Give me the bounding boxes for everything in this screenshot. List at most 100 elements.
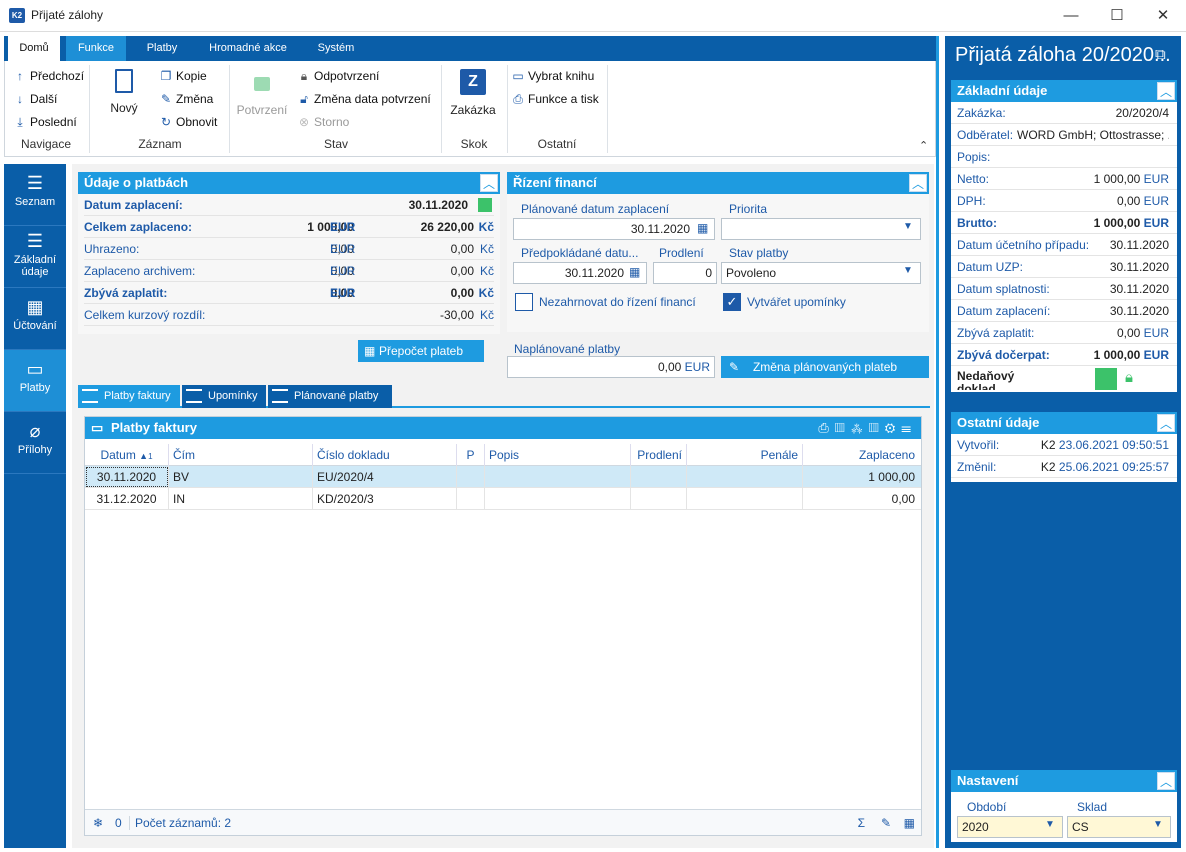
col-cim[interactable]: Čím: [169, 444, 313, 466]
collapse-icon[interactable]: ︿: [1157, 82, 1175, 100]
collapse-icon[interactable]: ︿: [1157, 772, 1175, 790]
payment-row-label: Zbývá zaplatit:: [84, 286, 168, 300]
table-row[interactable]: 31.12.2020 IN KD/2020/3 0,00: [85, 488, 921, 510]
change-button[interactable]: ✎ Změna: [159, 89, 213, 109]
unconfirm-button[interactable]: 🔒︎ Odpotvrzení: [297, 66, 380, 86]
minimize-button[interactable]: —: [1048, 0, 1094, 32]
chart-icon[interactable]: ▥: [835, 420, 851, 435]
nav-seznam[interactable]: ☰ Seznam: [4, 164, 66, 226]
lock-icon: 🔒︎: [1125, 369, 1133, 386]
collapse-icon[interactable]: ︿: [909, 174, 927, 192]
nav-zakladni-udaje[interactable]: ☰ Základní údaje: [4, 226, 66, 288]
copy-icon: ❐: [160, 69, 172, 83]
recalc-payments-button[interactable]: ▦ Přepočet plateb: [358, 340, 484, 362]
basic-info-value: 20/2020/4: [1115, 106, 1169, 120]
basic-info-row: Datum splatnosti: 30.11.2020: [951, 278, 1177, 300]
confirm-button[interactable]: Potvrzení: [235, 71, 289, 117]
collapse-icon[interactable]: ︿: [480, 174, 498, 192]
settings-icon[interactable]: ⚙: [885, 420, 902, 435]
new-document-icon: [115, 69, 133, 93]
sum-icon[interactable]: Σ: [858, 810, 865, 836]
table-row[interactable]: 30.11.2020 BV EU/2020/4 1 000,00: [85, 466, 921, 488]
app-icon: K2: [9, 8, 25, 23]
pencil-icon[interactable]: ✎: [881, 810, 891, 836]
dropdown-icon[interactable]: ▼: [903, 265, 913, 276]
lock-icon: [254, 77, 270, 91]
tree-icon[interactable]: ⁂: [851, 420, 869, 435]
pane-splitter[interactable]: [936, 36, 944, 848]
collapse-ribbon-icon[interactable]: ⌃: [919, 139, 928, 152]
change-confirm-date-button[interactable]: 🔓︎ Změna data potvrzení: [297, 89, 431, 109]
table-cell: [631, 488, 687, 510]
group-stav: Stav: [323, 137, 348, 151]
col-prodleni[interactable]: Prodlení: [631, 444, 687, 466]
nav-prilohy[interactable]: ⌀ Přílohy: [4, 412, 66, 474]
arrow-last-icon: ⤓: [17, 115, 23, 129]
tab-planovane-platby[interactable]: Plánované platby: [268, 385, 392, 408]
change-planned-payments-button[interactable]: ✎ Změna plánovaných plateb: [721, 356, 929, 378]
state-label: Stav platby: [729, 246, 789, 260]
basic-info-currency: EUR: [1143, 194, 1169, 208]
payment-currency-czk: Kč: [479, 308, 494, 322]
tab-platby[interactable]: Platby: [134, 36, 190, 61]
tab-domu[interactable]: Domů: [8, 36, 60, 61]
group-divider: [607, 65, 608, 153]
dropdown-icon[interactable]: ▼: [903, 221, 913, 232]
new-button[interactable]: Nový: [105, 69, 143, 115]
snowflake-icon[interactable]: ❄: [93, 810, 103, 836]
tab-funkce[interactable]: Funkce: [66, 36, 126, 61]
tab-platby-faktury[interactable]: Platby faktury: [78, 385, 180, 408]
zakazka-button[interactable]: Z Zakázka: [449, 69, 497, 117]
period-label: Období: [967, 800, 1007, 814]
previous-button[interactable]: ↑ Předchozí: [13, 66, 84, 86]
delay-input[interactable]: 0: [653, 262, 717, 284]
col-cislo-dokladu[interactable]: Číslo dokladu: [313, 444, 457, 466]
columns-icon[interactable]: ▥: [869, 420, 885, 435]
dropdown-icon[interactable]: ▼: [1153, 819, 1163, 830]
tab-upominky[interactable]: Upomínky: [182, 385, 266, 408]
calendar-icon[interactable]: ▦: [629, 265, 640, 279]
maximize-button[interactable]: ☐: [1094, 0, 1140, 32]
list-icon: [82, 389, 98, 403]
dropdown-icon[interactable]: ▼: [1045, 819, 1055, 830]
select-book-button[interactable]: ▭ Vybrat knihu: [511, 66, 594, 86]
col-zaplaceno[interactable]: Zaplaceno: [803, 444, 919, 466]
nav-uctovani[interactable]: ▦ Účtování: [4, 288, 66, 350]
tab-system[interactable]: Systém: [306, 36, 366, 61]
table-cell: BV: [169, 466, 313, 488]
tab-hromadne-akce[interactable]: Hromadné akce: [196, 36, 300, 61]
refresh-button[interactable]: ↻ Obnovit: [159, 112, 217, 132]
reminders-checkbox[interactable]: ✓: [723, 293, 741, 311]
col-popis[interactable]: Popis: [485, 444, 631, 466]
open-external-icon[interactable]: ⧉: [1155, 46, 1166, 63]
planned-payments-field: 0,00 EUR: [507, 356, 715, 378]
print-functions-button[interactable]: ⎙ Funkce a tisk: [511, 89, 599, 109]
menu-icon[interactable]: ☰: [901, 420, 917, 435]
planned-date-input[interactable]: 30.11.2020: [513, 218, 715, 240]
storno-button[interactable]: ⊗ Storno: [297, 112, 349, 132]
col-p[interactable]: P: [457, 444, 485, 466]
col-penale[interactable]: Penále: [687, 444, 803, 466]
state-select[interactable]: Povoleno: [721, 262, 921, 284]
priority-select[interactable]: [721, 218, 921, 240]
printer-icon[interactable]: ⎙: [818, 420, 834, 435]
payment-value-czk: 26 220,00: [420, 220, 474, 234]
col-datum[interactable]: Datum ▲1: [85, 444, 169, 466]
collapse-icon[interactable]: ︿: [1157, 414, 1175, 432]
col-datum-label: Datum: [100, 448, 136, 462]
group-ostatni: Ostatní: [537, 137, 577, 151]
basic-info-label: Zbývá dočerpat:: [957, 348, 1050, 362]
nav-platby[interactable]: ▭ Platby: [4, 350, 66, 412]
calendar-icon[interactable]: ▦: [697, 221, 708, 235]
basic-info-value: 1 000,00: [1093, 172, 1141, 186]
payments-panel: Údaje o platbách ︿ Datum zaplacení: 30.11…: [78, 172, 500, 334]
basic-info-row: Zakázka: 20/2020/4: [951, 102, 1177, 124]
close-button[interactable]: ✕: [1140, 0, 1186, 32]
copy-button[interactable]: ❐ Kopie: [159, 66, 207, 86]
book-icon: ▭: [512, 69, 524, 83]
next-button[interactable]: ↓ Další: [13, 89, 57, 109]
last-button[interactable]: ⤓ Poslední: [13, 112, 76, 132]
edit-grid-icon[interactable]: ▦: [904, 810, 915, 836]
exclude-checkbox[interactable]: [515, 293, 533, 311]
expected-date-input[interactable]: 30.11.2020: [513, 262, 647, 284]
